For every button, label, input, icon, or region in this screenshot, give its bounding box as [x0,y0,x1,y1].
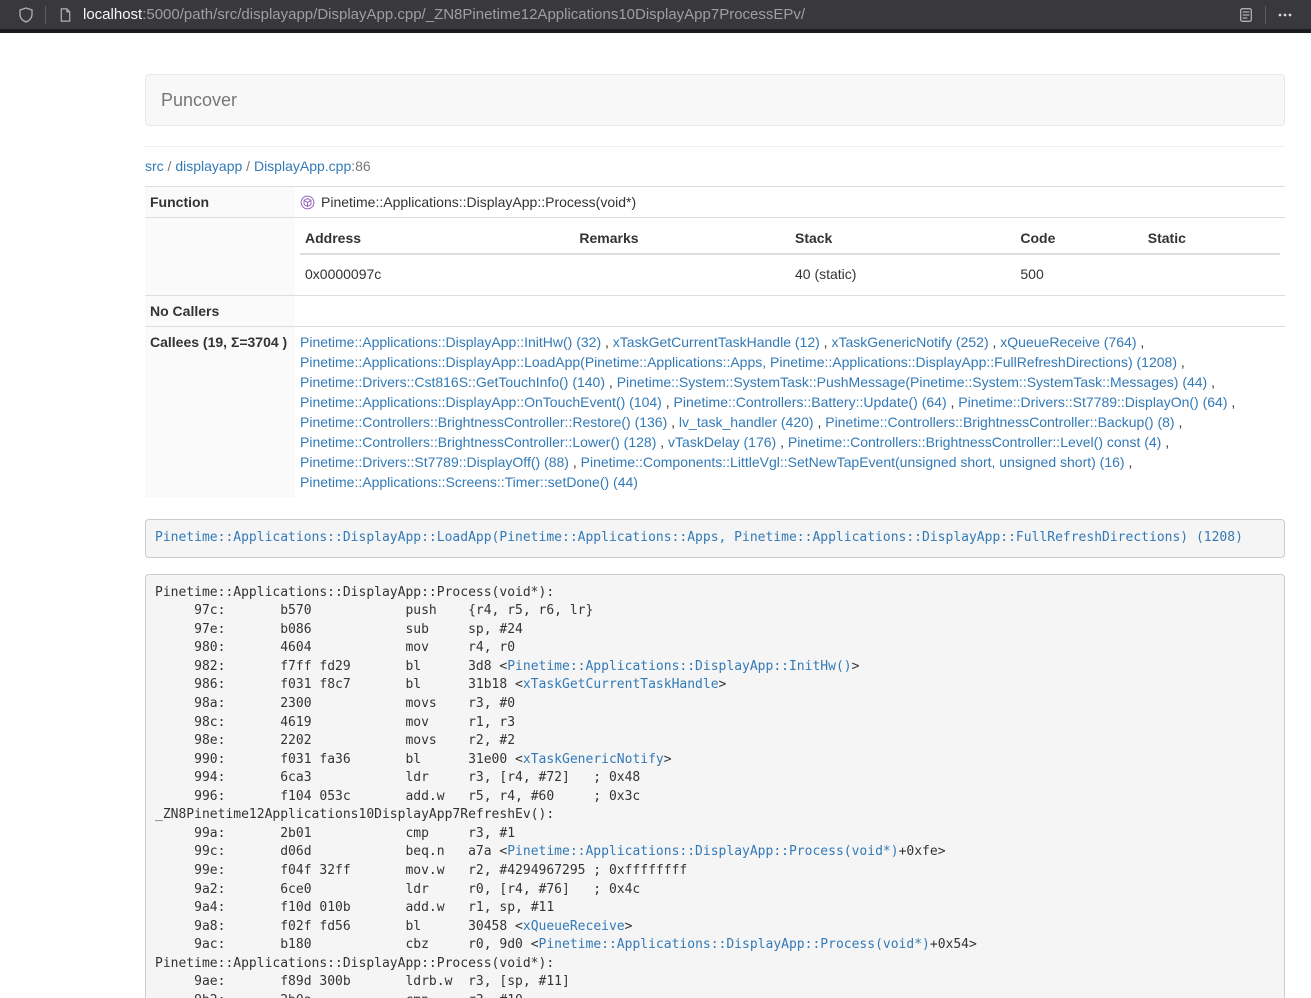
breadcrumb-link[interactable]: DisplayApp.cpp [254,158,351,174]
url-host: localhost [83,6,142,23]
callee-separator: , [776,434,788,450]
metrics-row-label [145,218,295,296]
callee-separator: , [601,334,613,350]
disasm-symbol-link[interactable]: Pinetime::Applications::DisplayApp::Proc… [507,844,898,859]
navbar: Puncover [145,74,1285,126]
callee-link[interactable]: lv_task_handler (420) [679,414,814,430]
callee-separator: , [605,374,617,390]
metrics-header-address: Address [300,223,574,254]
callee-link[interactable]: Pinetime::Drivers::St7789::DisplayOff() … [300,454,569,470]
disasm-symbol-link[interactable]: xQueueReceive [523,919,625,934]
menu-icon[interactable] [1273,3,1297,27]
callee-separator: , [1125,454,1133,470]
disasm-symbol-link[interactable]: Pinetime::Applications::DisplayApp::Proc… [539,937,930,952]
callee-link[interactable]: Pinetime::Components::LittleVgl::SetNewT… [581,454,1125,470]
reader-mode-icon[interactable] [1234,3,1258,27]
callee-separator: , [1136,334,1144,350]
callee-separator: , [656,434,668,450]
browser-toolbar: localhost:5000/path/src/displayapp/Displ… [0,0,1311,33]
disasm-symbol-link[interactable]: xTaskGetCurrentTaskHandle [523,677,719,692]
callee-link[interactable]: Pinetime::Applications::DisplayApp::OnTo… [300,394,662,410]
callee-link[interactable]: Pinetime::Applications::DisplayApp::Load… [300,354,1177,370]
disasm-symbol-link[interactable]: Pinetime::Applications::DisplayApp::Init… [507,659,851,674]
function-table: Function Pinetime::Applications::Display… [145,186,1285,497]
no-callers-label: No Callers [145,296,295,327]
breadcrumb-separator: / [242,158,254,174]
brand-link[interactable]: Puncover [146,75,252,125]
metrics-header-remarks: Remarks [574,223,790,254]
metrics-value-address: 0x0000097c [300,254,574,290]
callee-link[interactable]: xQueueReceive (764) [1000,334,1136,350]
breadcrumb-separator: / [164,158,176,174]
divider [145,146,1285,147]
callees-row: Callees (19, Σ=3704 ) Pinetime::Applicat… [145,327,1285,498]
function-symbol-icon [300,195,315,210]
callee-separator: , [667,414,679,430]
callee-separator: , [569,454,581,470]
callee-separator: , [1175,414,1183,430]
callee-link[interactable]: Pinetime::Drivers::Cst816S::GetTouchInfo… [300,374,605,390]
metrics-row: AddressRemarksStackCodeStatic 0x0000097c… [145,218,1285,296]
callee-separator: , [820,334,832,350]
callee-link[interactable]: Pinetime::Controllers::BrightnessControl… [300,434,656,450]
metrics-value-static [1143,254,1280,290]
shield-icon[interactable] [14,3,38,27]
callee-separator: , [989,334,1001,350]
function-name: Pinetime::Applications::DisplayApp::Proc… [321,192,636,212]
callee-separator: , [1228,394,1236,410]
metrics-value-code: 500 [1015,254,1142,290]
no-callers-row: No Callers [145,296,1285,327]
callee-link[interactable]: Pinetime::Applications::DisplayApp::Init… [300,334,601,350]
url-bar[interactable]: localhost:5000/path/src/displayapp/Displ… [83,6,1234,23]
callee-separator: , [1161,434,1169,450]
callee-separator: , [1177,354,1185,370]
callee-link[interactable]: Pinetime::Applications::Screens::Timer::… [300,474,638,490]
toolbar-divider [1265,6,1266,24]
function-row: Function Pinetime::Applications::Display… [145,187,1285,218]
metrics-header-code: Code [1015,223,1142,254]
callee-link[interactable]: xTaskGetCurrentTaskHandle (12) [613,334,820,350]
breadcrumb-link[interactable]: src [145,158,164,174]
callee-separator: , [662,394,674,410]
disassembly-block: Pinetime::Applications::DisplayApp::Proc… [145,574,1285,998]
url-path: :5000/path/src/displayapp/DisplayApp.cpp… [142,6,805,23]
callee-separator: , [1207,374,1215,390]
highlighted-symbol-link[interactable]: Pinetime::Applications::DisplayApp::Load… [155,530,1243,545]
callee-link[interactable]: Pinetime::System::SystemTask::PushMessag… [617,374,1208,390]
callee-link[interactable]: Pinetime::Controllers::BrightnessControl… [825,414,1174,430]
metrics-table: AddressRemarksStackCodeStatic 0x0000097c… [300,223,1280,290]
callee-link[interactable]: Pinetime::Drivers::St7789::DisplayOn() (… [958,394,1227,410]
callers-cell [295,296,1285,327]
callees-label: Callees (19, Σ=3704 ) [145,327,295,498]
callee-separator: , [947,394,959,410]
toolbar-divider [45,6,46,24]
breadcrumb: src / displayapp / DisplayApp.cpp:86 [145,158,1285,174]
disasm-symbol-link[interactable]: xTaskGenericNotify [523,752,664,767]
metrics-value-remarks [574,254,790,290]
callee-separator: , [814,414,826,430]
breadcrumb-line-number: :86 [351,158,370,174]
metrics-header-static: Static [1143,223,1280,254]
callee-link[interactable]: vTaskDelay (176) [668,434,776,450]
page-icon[interactable] [53,3,77,27]
metrics-header-stack: Stack [790,223,1015,254]
callee-link[interactable]: Pinetime::Controllers::BrightnessControl… [788,434,1161,450]
highlighted-symbol-box: Pinetime::Applications::DisplayApp::Load… [145,519,1285,558]
callee-link[interactable]: Pinetime::Controllers::BrightnessControl… [300,414,667,430]
page-container: Puncover src / displayapp / DisplayApp.c… [145,33,1285,998]
callee-link[interactable]: Pinetime::Controllers::Battery::Update()… [674,394,947,410]
function-label: Function [145,187,295,218]
callee-link[interactable]: xTaskGenericNotify (252) [831,334,988,350]
metrics-value-stack: 40 (static) [790,254,1015,290]
breadcrumb-link[interactable]: displayapp [175,158,242,174]
callees-list: Pinetime::Applications::DisplayApp::Init… [295,327,1285,498]
